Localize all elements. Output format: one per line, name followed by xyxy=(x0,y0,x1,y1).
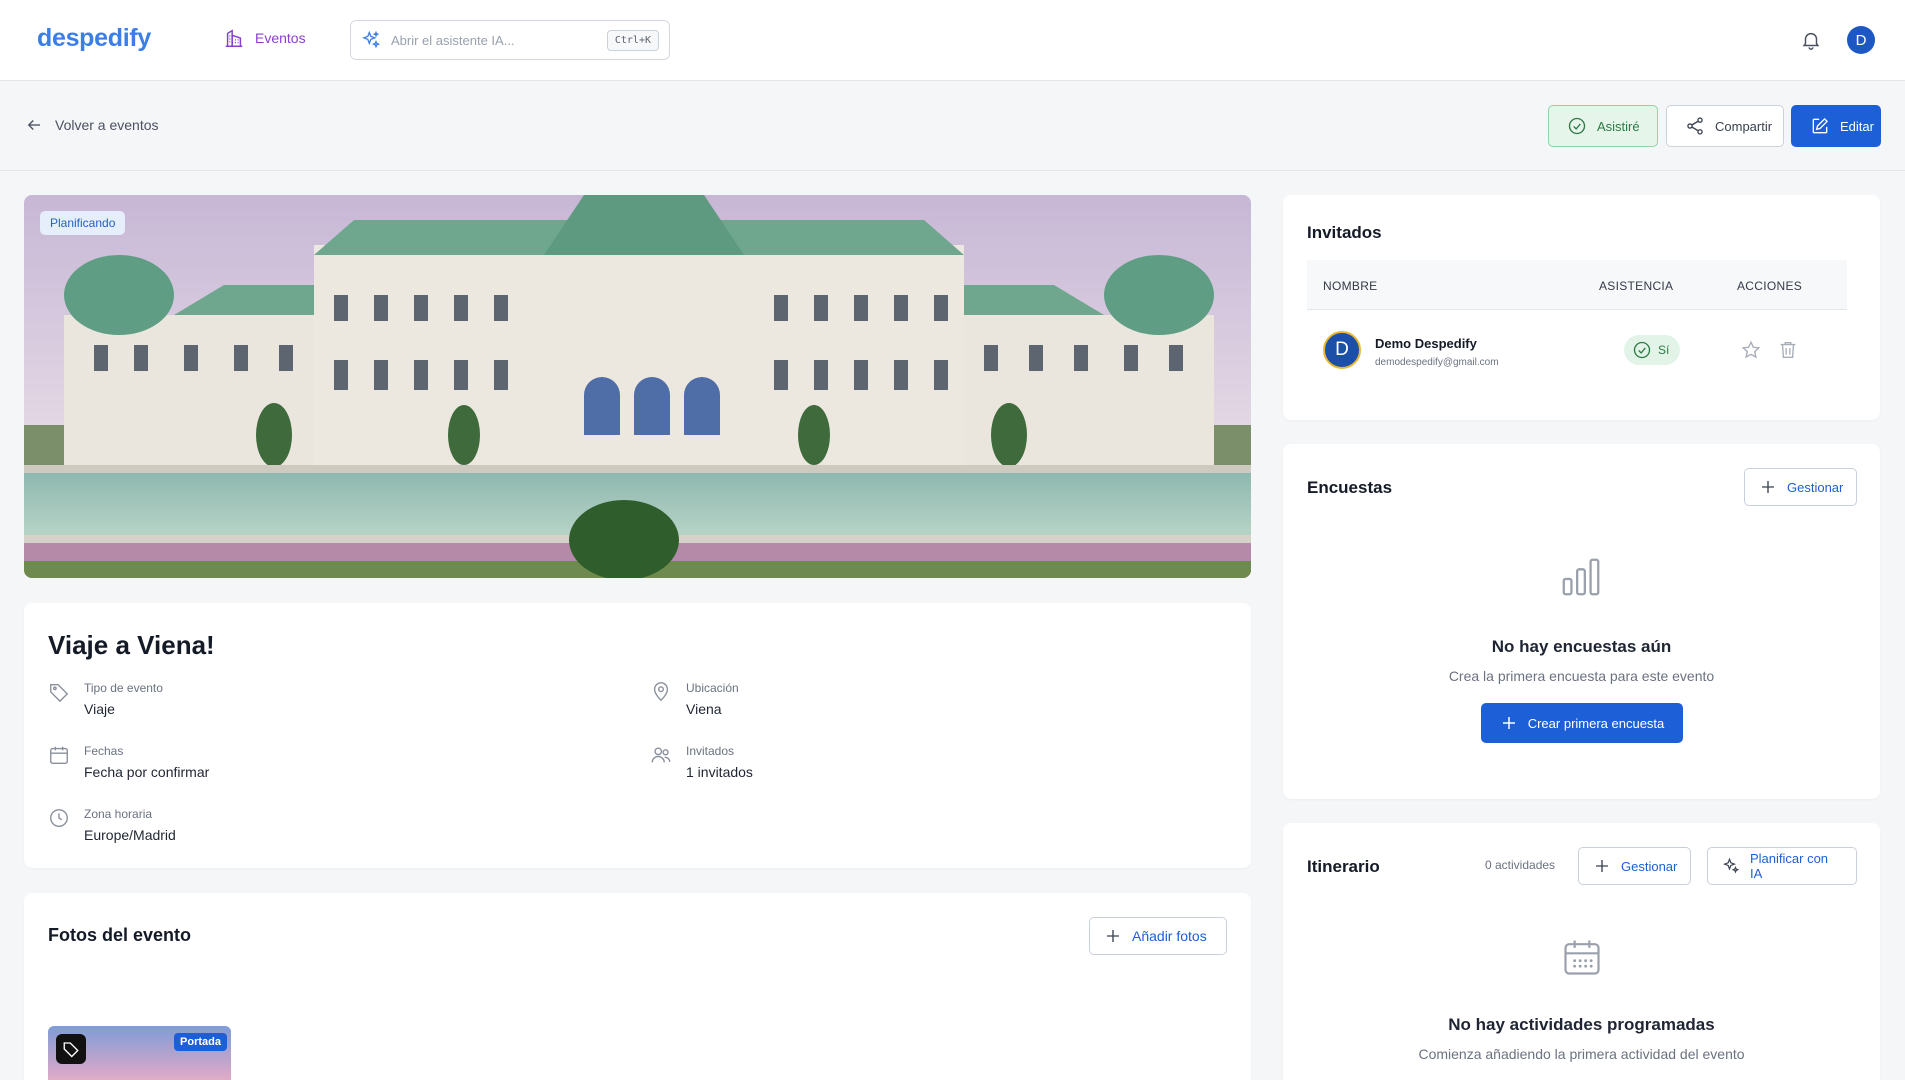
manage-itinerary-button[interactable]: Gestionar xyxy=(1578,847,1691,885)
field-value: Europe/Madrid xyxy=(84,827,176,843)
check-circle-icon xyxy=(1567,116,1587,136)
share-label: Compartir xyxy=(1715,118,1773,134)
guest-name: Demo Despedify xyxy=(1375,336,1477,351)
field-value: 1 invitados xyxy=(686,764,753,780)
event-cover-image: Planificando xyxy=(24,195,1251,578)
sparkles-icon xyxy=(1722,857,1740,875)
event-photos-card: Fotos del evento Añadir fotos Portada xyxy=(24,893,1251,1080)
share-icon xyxy=(1685,116,1705,136)
user-avatar[interactable]: D xyxy=(1847,26,1875,54)
plus-icon xyxy=(1500,714,1518,732)
users-icon xyxy=(650,744,672,780)
field-location: Ubicación Viena xyxy=(650,681,739,717)
field-timezone: Zona horaria Europe/Madrid xyxy=(48,807,176,843)
field-dates: Fechas Fecha por confirmar xyxy=(48,744,209,780)
check-circle-icon xyxy=(1632,340,1652,360)
star-icon[interactable] xyxy=(1740,339,1762,361)
cover-badge: Portada xyxy=(174,1033,227,1051)
manage-surveys-button[interactable]: Gestionar xyxy=(1744,468,1857,506)
manage-label: Gestionar xyxy=(1787,479,1844,495)
empty-state-subtitle: Crea la primera encuesta para este event… xyxy=(1448,668,1715,684)
column-header: ASISTENCIA xyxy=(1599,279,1674,293)
field-label: Fechas xyxy=(84,744,124,758)
guest-email: demodespedify@gmail.com xyxy=(1375,357,1499,368)
guests-table-header: NOMBRE ASISTENCIA ACCIONES xyxy=(1307,260,1847,310)
app-logo[interactable]: despedify xyxy=(37,24,151,53)
shortcut-hint: Ctrl+K xyxy=(606,29,659,51)
attendance-label: Sí xyxy=(1658,343,1670,357)
arrow-left-icon xyxy=(25,116,43,134)
field-value: Viena xyxy=(686,701,722,717)
clock-icon xyxy=(48,807,70,843)
attend-label: Asistiré xyxy=(1597,118,1640,134)
surveys-title: Encuestas xyxy=(1307,478,1393,497)
tag-icon[interactable] xyxy=(56,1034,86,1064)
empty-state-title: No hay actividades programadas xyxy=(1448,1015,1715,1034)
share-button[interactable]: Compartir xyxy=(1666,105,1784,147)
photo-thumbnail[interactable]: Portada xyxy=(48,1026,231,1080)
status-badge: Planificando xyxy=(40,211,126,235)
guests-card: Invitados NOMBRE ASISTENCIA ACCIONES D D… xyxy=(1283,195,1880,420)
column-header: ACCIONES xyxy=(1737,279,1803,293)
bar-chart-icon xyxy=(1558,554,1604,600)
field-label: Tipo de evento xyxy=(84,681,163,695)
field-guests: Invitados 1 invitados xyxy=(650,744,753,780)
add-photos-button[interactable]: Añadir fotos xyxy=(1089,917,1227,955)
photos-title: Fotos del evento xyxy=(48,925,192,945)
add-photos-label: Añadir fotos xyxy=(1132,928,1207,944)
field-value: Viaje xyxy=(84,701,115,717)
tag-icon xyxy=(48,681,70,717)
top-header: despedify Eventos Ctrl+K D xyxy=(0,0,1905,81)
attendance-badge[interactable]: Sí xyxy=(1624,335,1680,365)
event-title: Viaje a Viena! xyxy=(48,630,215,660)
back-label: Volver a eventos xyxy=(55,117,159,133)
field-label: Invitados xyxy=(686,744,735,758)
field-label: Zona horaria xyxy=(84,807,153,821)
itinerary-card: Itinerario 0 actividades Gestionar Plani… xyxy=(1283,823,1880,1080)
edit-pencil-icon xyxy=(1810,116,1830,136)
building-icon xyxy=(223,27,245,49)
ai-search-input[interactable] xyxy=(391,32,607,48)
avatar: D xyxy=(1323,331,1361,369)
attend-button[interactable]: Asistiré xyxy=(1548,105,1658,147)
activity-count: 0 actividades xyxy=(1485,858,1556,872)
ai-assistant-search[interactable]: Ctrl+K xyxy=(350,20,670,60)
calendar-icon xyxy=(1560,935,1604,979)
calendar-icon xyxy=(48,744,70,780)
surveys-card: Encuestas Gestionar No hay encuestas aún… xyxy=(1283,444,1880,799)
event-details-card: Viaje a Viena! Tipo de evento Viaje Ubic… xyxy=(24,603,1251,868)
field-value: Fecha por confirmar xyxy=(84,764,210,780)
nav-events-label: Eventos xyxy=(255,30,306,46)
guests-title: Invitados xyxy=(1307,223,1382,242)
edit-label: Editar xyxy=(1840,118,1874,134)
edit-button[interactable]: Editar xyxy=(1791,105,1881,147)
itinerary-title: Itinerario xyxy=(1307,857,1380,876)
empty-state-subtitle: Comienza añadiendo la primera actividad … xyxy=(1418,1046,1745,1062)
palace-illustration xyxy=(24,195,1251,578)
create-survey-button[interactable]: Crear primera encuesta xyxy=(1481,703,1683,743)
empty-state-title: No hay encuestas aún xyxy=(1491,637,1672,656)
trash-icon[interactable] xyxy=(1777,339,1799,361)
column-header: NOMBRE xyxy=(1323,279,1378,293)
manage-label: Gestionar xyxy=(1621,858,1678,874)
field-event-type: Tipo de evento Viaje xyxy=(48,681,163,717)
map-pin-icon xyxy=(650,681,672,717)
plan-with-ai-button[interactable]: Planificar con IA xyxy=(1707,847,1857,885)
create-survey-label: Crear primera encuesta xyxy=(1527,715,1665,731)
back-to-events-link[interactable]: Volver a eventos xyxy=(25,116,159,134)
plus-icon xyxy=(1593,857,1611,875)
plus-icon xyxy=(1104,927,1122,945)
plus-icon xyxy=(1759,478,1777,496)
plan-ai-label: Planificar con IA xyxy=(1750,851,1829,881)
sparkles-icon xyxy=(361,30,381,50)
nav-events-link[interactable]: Eventos xyxy=(223,27,306,49)
field-label: Ubicación xyxy=(686,681,739,695)
notifications-bell-icon[interactable] xyxy=(1800,29,1822,51)
